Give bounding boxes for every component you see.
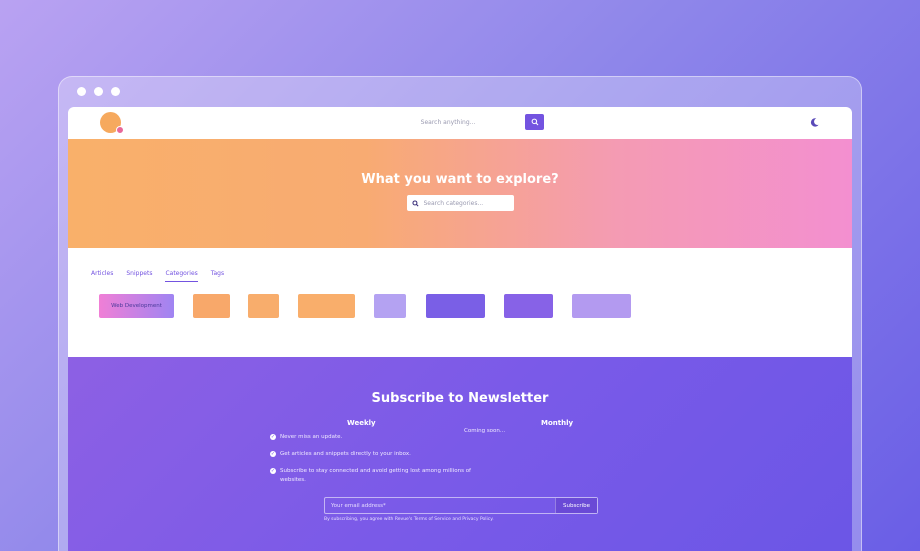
check-icon: ✓ bbox=[270, 468, 276, 474]
perk-item: ✓ Subscribe to stay connected and avoid … bbox=[270, 467, 478, 485]
content-tabs: Articles Snippets Categories Tags bbox=[68, 248, 852, 282]
window-dot[interactable] bbox=[77, 87, 86, 96]
email-input[interactable] bbox=[325, 498, 555, 513]
moon-icon bbox=[810, 117, 819, 127]
nav-search-input[interactable] bbox=[378, 114, 518, 130]
newsletter-title: Subscribe to Newsletter bbox=[371, 391, 549, 406]
hero-title: What you want to explore? bbox=[361, 172, 559, 187]
subscribe-form: Subscribe bbox=[324, 497, 598, 514]
site-logo[interactable] bbox=[100, 112, 124, 134]
category-search-input[interactable] bbox=[423, 199, 512, 207]
tab-articles[interactable]: Articles bbox=[91, 270, 113, 282]
check-icon: ✓ bbox=[270, 434, 276, 440]
monthly-title: Monthly bbox=[541, 419, 574, 427]
web-page: What you want to explore? Articles Snipp… bbox=[68, 107, 852, 551]
logo-badge bbox=[116, 126, 124, 134]
subscribe-button[interactable]: Subscribe bbox=[555, 498, 597, 513]
window-dot[interactable] bbox=[94, 87, 103, 96]
category-chip[interactable] bbox=[504, 294, 553, 318]
perk-item: ✓ Get articles and snippets directly to … bbox=[270, 450, 411, 459]
check-icon: ✓ bbox=[270, 451, 276, 457]
search-icon bbox=[531, 118, 538, 126]
category-chip[interactable] bbox=[248, 294, 279, 318]
tab-snippets[interactable]: Snippets bbox=[126, 270, 152, 282]
category-chip[interactable] bbox=[572, 294, 631, 318]
perk-text: Subscribe to stay connected and avoid ge… bbox=[280, 468, 471, 483]
perk-item: ✓ Never miss an update. bbox=[270, 433, 342, 442]
window-dot[interactable] bbox=[111, 87, 120, 96]
nav-search bbox=[378, 114, 544, 130]
category-chip[interactable] bbox=[426, 294, 485, 318]
tab-categories[interactable]: Categories bbox=[165, 270, 198, 282]
weekly-title: Weekly bbox=[347, 419, 376, 427]
monthly-status: Coming soon... bbox=[464, 428, 506, 434]
window-controls bbox=[77, 87, 120, 96]
category-chip[interactable]: Web Development bbox=[99, 294, 174, 318]
category-search bbox=[406, 195, 514, 211]
category-chip[interactable] bbox=[193, 294, 230, 318]
perk-text: Get articles and snippets directly to yo… bbox=[280, 451, 411, 457]
hero-banner: What you want to explore? bbox=[68, 139, 852, 248]
navbar bbox=[68, 107, 852, 138]
category-list: Web Development bbox=[68, 282, 852, 342]
perk-text: Never miss an update. bbox=[280, 434, 343, 440]
theme-toggle[interactable] bbox=[808, 116, 820, 128]
search-icon bbox=[411, 199, 419, 207]
newsletter-section: Subscribe to Newsletter Weekly Monthly ✓… bbox=[68, 357, 852, 551]
tab-tags[interactable]: Tags bbox=[211, 270, 224, 282]
category-chip[interactable] bbox=[374, 294, 406, 318]
category-chip[interactable] bbox=[298, 294, 355, 318]
nav-search-button[interactable] bbox=[525, 114, 544, 130]
legal-notice: By subscribing, you agree with Revue's T… bbox=[324, 517, 494, 522]
